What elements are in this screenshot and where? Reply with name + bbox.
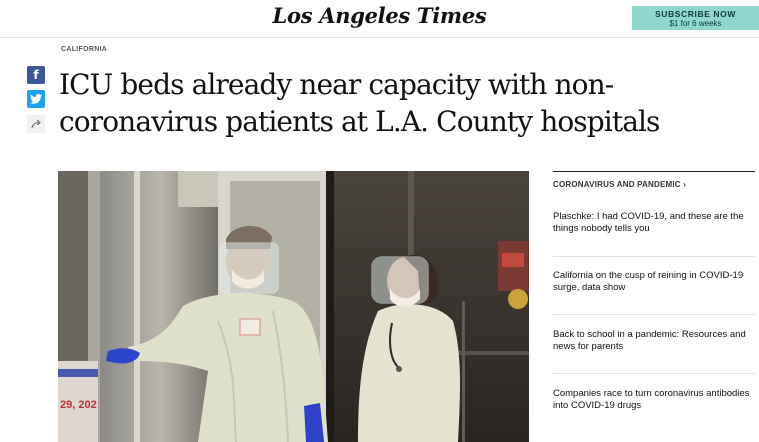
rail-story-link[interactable]: Companies race to turn coronavirus antib…: [553, 388, 755, 412]
rail-heading-label: CORONAVIRUS AND PANDEMIC: [553, 180, 681, 189]
twitter-share-button[interactable]: [27, 90, 45, 108]
rail-divider: [553, 373, 755, 374]
subscribe-offer: $1 for 6 weeks: [669, 19, 722, 28]
rail-section-link[interactable]: CORONAVIRUS AND PANDEMIC ›: [553, 171, 755, 189]
subscribe-label: SUBSCRIBE NOW: [655, 9, 736, 19]
healthcare-workers-illustration: 29, 202: [58, 171, 529, 442]
rail-story-link[interactable]: Back to school in a pandemic: Resources …: [553, 329, 755, 353]
article-headline: ICU beds already near capacity with non-…: [59, 68, 660, 138]
chevron-right-icon: ›: [683, 180, 687, 189]
rail-story-link[interactable]: Plaschke: I had COVID-19, and these are …: [553, 211, 755, 235]
rail-divider: [553, 256, 755, 257]
sign-date-text: 29, 202: [60, 399, 97, 411]
masthead: Los Angeles Times SUBSCRIBE NOW $1 for 6…: [0, 0, 759, 38]
share-arrow-icon: [30, 119, 41, 129]
article-hero-photo: 29, 202: [58, 171, 529, 442]
facebook-icon: f: [33, 68, 39, 82]
rail-story-link[interactable]: California on the cusp of reining in COV…: [553, 270, 755, 294]
rail-divider: [553, 314, 755, 315]
subscribe-button[interactable]: SUBSCRIBE NOW $1 for 6 weeks: [632, 6, 759, 30]
facebook-share-button[interactable]: f: [27, 66, 45, 84]
more-share-button[interactable]: [27, 115, 45, 133]
section-label[interactable]: CALIFORNIA: [61, 46, 107, 53]
twitter-icon: [30, 94, 42, 104]
